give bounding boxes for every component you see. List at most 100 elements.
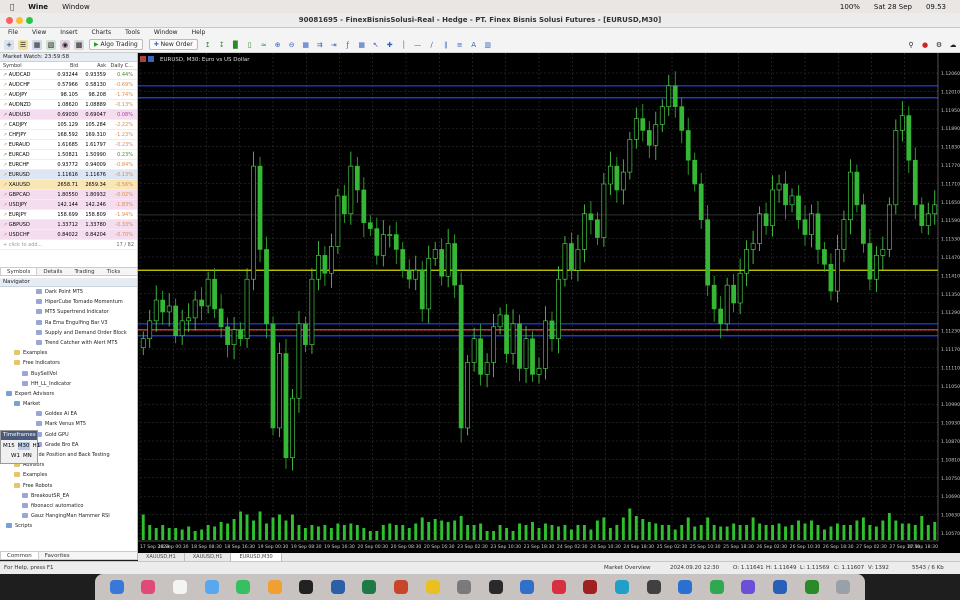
close-window-button[interactable] (6, 17, 13, 24)
photos-icon[interactable] (267, 580, 282, 594)
navigator-item[interactable]: MT5 Supertrend Indicator (0, 307, 137, 317)
navigator-item[interactable]: BuySellVol (0, 369, 137, 379)
market-watch-row[interactable]: ↗ EURUSD 1.11616 1.11676 -0.13% (0, 170, 137, 180)
buy-icon[interactable]: ↥ (203, 40, 213, 50)
market-watch-row[interactable]: ↗ AUDNZD 1.08620 1.08889 -0.13% (0, 100, 137, 110)
chart-tab-xauusd-2[interactable]: XAUUSD,H1 (185, 553, 232, 561)
terminal-app-icon[interactable] (488, 580, 503, 594)
trendline-icon[interactable]: ∕ (427, 40, 437, 50)
menu-tools[interactable]: Tools (125, 29, 140, 36)
indicators-icon[interactable]: ƒ (343, 40, 353, 50)
trash-icon[interactable] (836, 580, 851, 594)
navigator-item[interactable]: Free Robots (0, 481, 137, 491)
bar-chart-icon[interactable]: ▉ (231, 40, 241, 50)
notifications-icon[interactable]: ● (920, 40, 930, 50)
market-watch-row[interactable]: ↗ AUDCAD 0.93244 0.93359 0.44% (0, 70, 137, 80)
tab-common[interactable]: Common (0, 552, 39, 559)
shift-icon[interactable]: ⇥ (329, 40, 339, 50)
whatsapp-icon[interactable] (709, 580, 724, 594)
chart-tab-xauusd-1[interactable]: XAUUSD,H1 (138, 553, 185, 561)
horizontal-line-icon[interactable]: — (413, 40, 423, 50)
menu-file[interactable]: File (8, 29, 18, 36)
notes-icon[interactable] (425, 580, 440, 594)
launchpad-icon[interactable] (141, 580, 156, 594)
navigator-item[interactable]: HiperCube Tornado Momentum (0, 297, 137, 307)
safari-icon[interactable] (204, 580, 219, 594)
crosshair-icon[interactable]: ✚ (385, 40, 395, 50)
candle-chart-icon[interactable]: ▯ (245, 40, 255, 50)
price-chart[interactable]: 1.11616 1.120601.120101.119501.118901.11… (138, 53, 960, 553)
sell-icon[interactable]: ↧ (217, 40, 227, 50)
market-watch-row[interactable]: ↗ EURAUD 1.61685 1.61797 -0.23% (0, 140, 137, 150)
menu-help[interactable]: Help (192, 29, 206, 36)
app-blue2-icon[interactable] (772, 580, 787, 594)
appstore-icon[interactable] (520, 580, 535, 594)
app-blue-icon[interactable] (678, 580, 693, 594)
navigator-item[interactable]: Trend Catcher with Alert MT5 (0, 338, 137, 348)
menu-window[interactable]: Window (154, 29, 178, 36)
add-symbol-row[interactable]: + click to add... 17 / 82 (0, 240, 137, 250)
navigator-icon[interactable]: ◉ (60, 39, 70, 50)
app-cyan-icon[interactable] (615, 580, 630, 594)
market-watch-row[interactable]: ↗ EURJPY 158.699 158.809 -1.94% (0, 210, 137, 220)
tab-details[interactable]: Details (37, 268, 68, 275)
navigator-item[interactable]: Ra Ema Engulfing Bar V3 (0, 318, 137, 328)
metatrader-icon[interactable] (804, 580, 819, 594)
tf-m15[interactable]: M15 (3, 442, 15, 450)
app-darkred-icon[interactable] (583, 580, 598, 594)
market-watch-row[interactable]: ↗ CHFJPY 168.592 169.310 -1.23% (0, 130, 137, 140)
apple-icon[interactable]:  (10, 3, 14, 11)
navigator-item[interactable]: Market (0, 399, 137, 409)
navigator-item[interactable]: Free Indicators (0, 358, 137, 368)
market-watch-row[interactable]: ↗ AUDJPY 98.105 98.208 -1.74% (0, 90, 137, 100)
tab-favorites[interactable]: Favorites (39, 552, 76, 559)
scroll-icon[interactable]: ⇉ (315, 40, 325, 50)
terminal-icon[interactable]: ▩ (74, 39, 84, 50)
col-daily-change[interactable]: Daily C... (106, 62, 136, 69)
app-red-icon[interactable] (551, 580, 566, 594)
market-watch-row[interactable]: ↗ GBPUSD 1.33712 1.33780 -0.33% (0, 220, 137, 230)
navigator-item[interactable]: BreakoutSR_EA (0, 491, 137, 501)
algo-trading-button[interactable]: ▶ Algo Trading (89, 39, 143, 50)
settings-icon[interactable]: ⚙ (934, 40, 944, 50)
vertical-line-icon[interactable]: │ (399, 40, 409, 50)
menu-charts[interactable]: Charts (92, 29, 112, 36)
market-watch-row[interactable]: ↗ XAUUSD 2658.71 2659.34 -0.56% (0, 180, 137, 190)
fibonacci-icon[interactable]: ≡ (455, 40, 465, 50)
calendar-icon[interactable] (172, 580, 187, 594)
tab-ticks[interactable]: Ticks (101, 268, 127, 275)
window-menu[interactable]: Window (62, 3, 90, 11)
navigator-item[interactable]: Supply and Demand Order Block (0, 328, 137, 338)
navigator-item[interactable]: Gauz HangingMan Hammer RSI (0, 511, 137, 521)
zoom-window-button[interactable] (26, 17, 33, 24)
navigator-item[interactable]: fibonacci automatico (0, 501, 137, 511)
zoom-in-icon[interactable]: ⊕ (273, 40, 283, 50)
chart-tab-eurusd[interactable]: EURUSD,M30 (231, 553, 282, 561)
tile-icon[interactable]: ▦ (301, 40, 311, 50)
navigator-item[interactable]: Mark Venus MT5 (0, 419, 137, 429)
community-icon[interactable]: ☁ (948, 40, 958, 50)
period-icon[interactable]: ▥ (483, 40, 493, 50)
word-icon[interactable] (330, 580, 345, 594)
market-watch-row[interactable]: ↗ EURCHF 0.93772 0.94009 -0.84% (0, 160, 137, 170)
zoom-out-icon[interactable]: ⊖ (287, 40, 297, 50)
finder-icon[interactable] (109, 580, 124, 594)
market-watch-icon[interactable]: ▦ (32, 39, 42, 50)
navigator-item[interactable]: Examples (0, 470, 137, 480)
minimize-window-button[interactable] (16, 17, 23, 24)
app-dark-icon[interactable] (646, 580, 661, 594)
search-icon[interactable]: ⚲ (906, 40, 916, 50)
col-bid[interactable]: Bid (44, 62, 78, 69)
navigator-item[interactable]: HH_LL_Indicator (0, 379, 137, 389)
menu-insert[interactable]: Insert (60, 29, 77, 36)
excel-icon[interactable] (362, 580, 377, 594)
navigator-item[interactable]: Expert Advisors (0, 389, 137, 399)
market-watch-row[interactable]: ↗ AUDCHF 0.57966 0.58130 -0.69% (0, 80, 137, 90)
messages-icon[interactable] (236, 580, 251, 594)
shapes-icon[interactable]: A (469, 40, 479, 50)
tf-mn[interactable]: MN (23, 452, 32, 460)
app-purple-icon[interactable] (741, 580, 756, 594)
market-watch-row[interactable]: ↗ AUDUSD 0.69030 0.69047 0.08% (0, 110, 137, 120)
new-order-button[interactable]: ✚ New Order (148, 39, 198, 50)
profiles-icon[interactable]: ☰ (18, 39, 28, 50)
